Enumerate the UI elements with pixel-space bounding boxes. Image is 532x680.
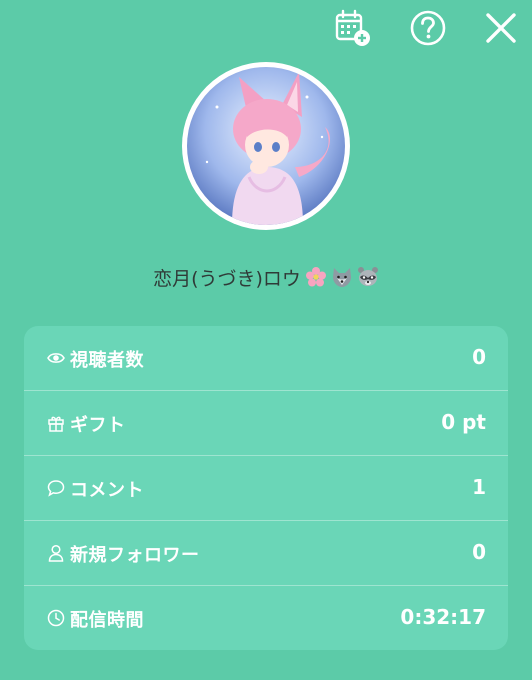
wolf-icon bbox=[331, 266, 353, 288]
person-icon bbox=[47, 544, 65, 562]
stat-value: 0:32:17 bbox=[400, 605, 486, 629]
stat-row-viewers: 視聴者数 0 bbox=[24, 326, 508, 390]
close-icon[interactable] bbox=[481, 8, 521, 48]
stat-value: 1 bbox=[472, 475, 486, 499]
stat-label: 新規フォロワー bbox=[70, 545, 200, 566]
profile-name: 恋月(うづき)ロウ bbox=[153, 267, 301, 290]
avatar[interactable] bbox=[182, 62, 350, 230]
stream-stats-panel: 視聴者数 0 ギフト 0 pt コメント 1 新規フォロワー 0 配信時間 0:… bbox=[24, 326, 508, 650]
gift-icon bbox=[47, 414, 65, 432]
comment-icon bbox=[47, 479, 65, 497]
stat-value: 0 bbox=[472, 540, 486, 564]
stat-row-comments: コメント 1 bbox=[24, 456, 508, 520]
stat-label: 視聴者数 bbox=[70, 350, 144, 371]
cherry-blossom-icon bbox=[305, 266, 327, 288]
avatar-image bbox=[187, 67, 345, 225]
stat-value: 0 pt bbox=[441, 410, 486, 434]
stat-row-new-followers: 新規フォロワー 0 bbox=[24, 521, 508, 585]
stat-label: コメント bbox=[70, 480, 144, 501]
clock-icon bbox=[47, 609, 65, 627]
calendar-add-icon[interactable] bbox=[332, 8, 372, 48]
stat-row-gifts: ギフト 0 pt bbox=[24, 391, 508, 455]
stat-row-stream-time: 配信時間 0:32:17 bbox=[24, 586, 508, 650]
eye-icon bbox=[47, 349, 65, 367]
profile-name-row: 恋月(うづき)ロウ bbox=[0, 262, 532, 292]
stat-label: 配信時間 bbox=[70, 610, 144, 631]
help-icon[interactable] bbox=[408, 8, 448, 48]
raccoon-icon bbox=[357, 266, 379, 288]
top-toolbar bbox=[0, 8, 532, 48]
stat-value: 0 bbox=[472, 345, 486, 369]
stat-label: ギフト bbox=[70, 415, 126, 436]
